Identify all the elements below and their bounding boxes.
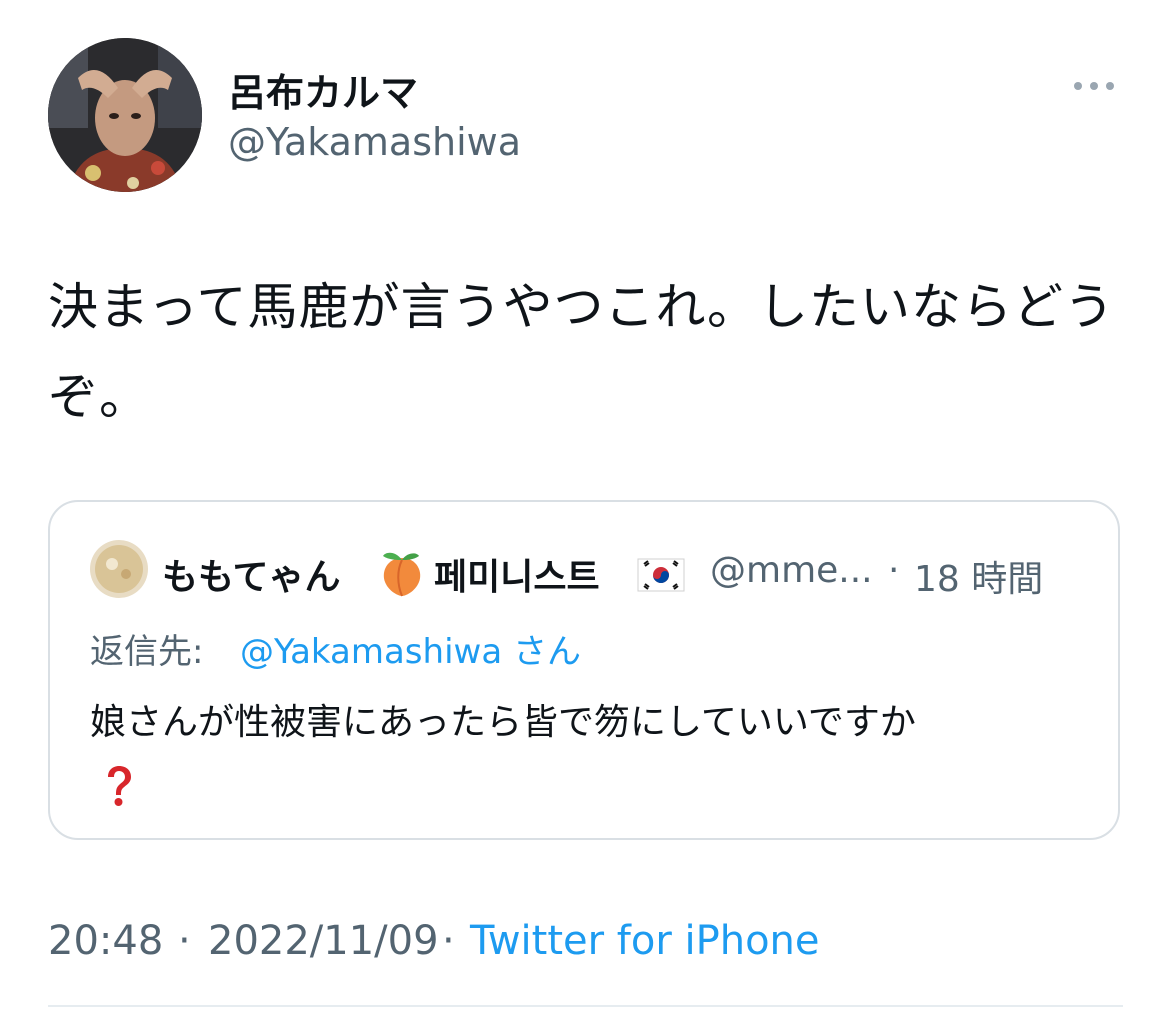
meta-separator: · <box>178 918 191 964</box>
tweet-time[interactable]: 20:48 <box>48 918 163 964</box>
author-display-name[interactable]: 呂布カルマ <box>228 62 418 117</box>
quoted-display-name[interactable]: ももてゃん <box>162 548 341 600</box>
quoted-tweet-text: 娘さんが性被害にあったら皆で笏にしていいですか <box>90 702 916 743</box>
divider <box>48 1005 1123 1007</box>
red-question-mark-icon <box>108 766 131 806</box>
author-avatar[interactable] <box>48 38 202 192</box>
author-handle[interactable]: @Yakamashiwa <box>228 120 521 164</box>
quoted-author-avatar[interactable] <box>90 540 148 598</box>
meta-separator: · <box>442 918 455 964</box>
more-horizontal-icon <box>1074 82 1114 90</box>
more-options-button[interactable] <box>1064 66 1124 106</box>
quoted-tweet-card[interactable]: ももてゃん 페미니스트 @mme... · 18 時間 返信先: @Yakama… <box>48 500 1120 840</box>
quoted-display-name-suffix[interactable]: 페미니스트 <box>434 548 600 600</box>
quoted-time-ago[interactable]: 18 時間 <box>914 550 1043 602</box>
quoted-separator: · <box>888 550 900 591</box>
tweet-source-link[interactable]: Twitter for iPhone <box>470 918 820 964</box>
tweet-text: 決まって馬鹿が言うやつこれ。したいならどうぞ。 <box>48 278 1115 426</box>
peach-emoji-icon <box>383 552 421 597</box>
reply-to-label: 返信先: <box>90 632 204 672</box>
quoted-handle[interactable]: @mme... <box>710 550 873 591</box>
tweet-date[interactable]: 2022/11/09 <box>208 918 439 964</box>
south-korea-flag-icon <box>637 558 685 592</box>
reply-to-link[interactable]: @Yakamashiwa さん <box>240 624 581 673</box>
